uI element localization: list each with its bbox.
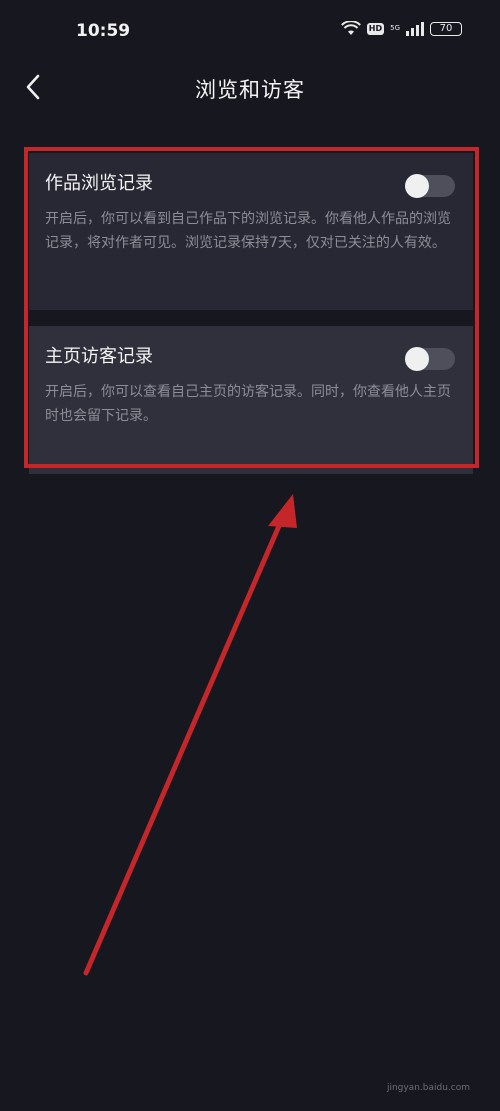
status-time: 10:59 (76, 21, 131, 41)
network-type: 5G (390, 24, 400, 32)
nav-bar: 浏览和访客 (0, 62, 500, 114)
toggle-knob (405, 174, 429, 198)
setting-description: 开启后，你可以查看自己主页的访客记录。同时，你查看他人主页时也会留下记录。 (45, 384, 451, 424)
page-title: 浏览和访客 (195, 78, 305, 102)
profile-visitor-history-toggle[interactable] (405, 347, 455, 371)
setting-title: 主页访客记录 (45, 346, 153, 367)
toggle-knob (405, 347, 429, 371)
battery-icon: 70 (430, 21, 462, 36)
signal-icon (406, 21, 424, 36)
hd-badge: HD (366, 22, 385, 35)
setting-title: 作品浏览记录 (45, 173, 153, 194)
wifi-icon (340, 21, 361, 35)
setting-item-work-browse-history: 作品浏览记录 开启后，你可以看到自己作品下的浏览记录。你看他人作品的浏览记录，将… (29, 153, 473, 310)
settings-list: 作品浏览记录 开启后，你可以看到自己作品下的浏览记录。你看他人作品的浏览记录，将… (29, 153, 473, 474)
status-icons: HD 5G 70 (340, 21, 462, 36)
setting-item-profile-visitor-history: 主页访客记录 开启后，你可以查看自己主页的访客记录。同时，你查看他人主页时也会留… (29, 326, 473, 474)
status-bar: 10:59 HD 5G 70 (0, 0, 500, 62)
setting-description: 开启后，你可以看到自己作品下的浏览记录。你看他人作品的浏览记录，将对作者可见。浏… (45, 211, 451, 251)
watermark: jingyan.baidu.com (386, 1083, 470, 1093)
work-browse-history-toggle[interactable] (405, 174, 455, 198)
